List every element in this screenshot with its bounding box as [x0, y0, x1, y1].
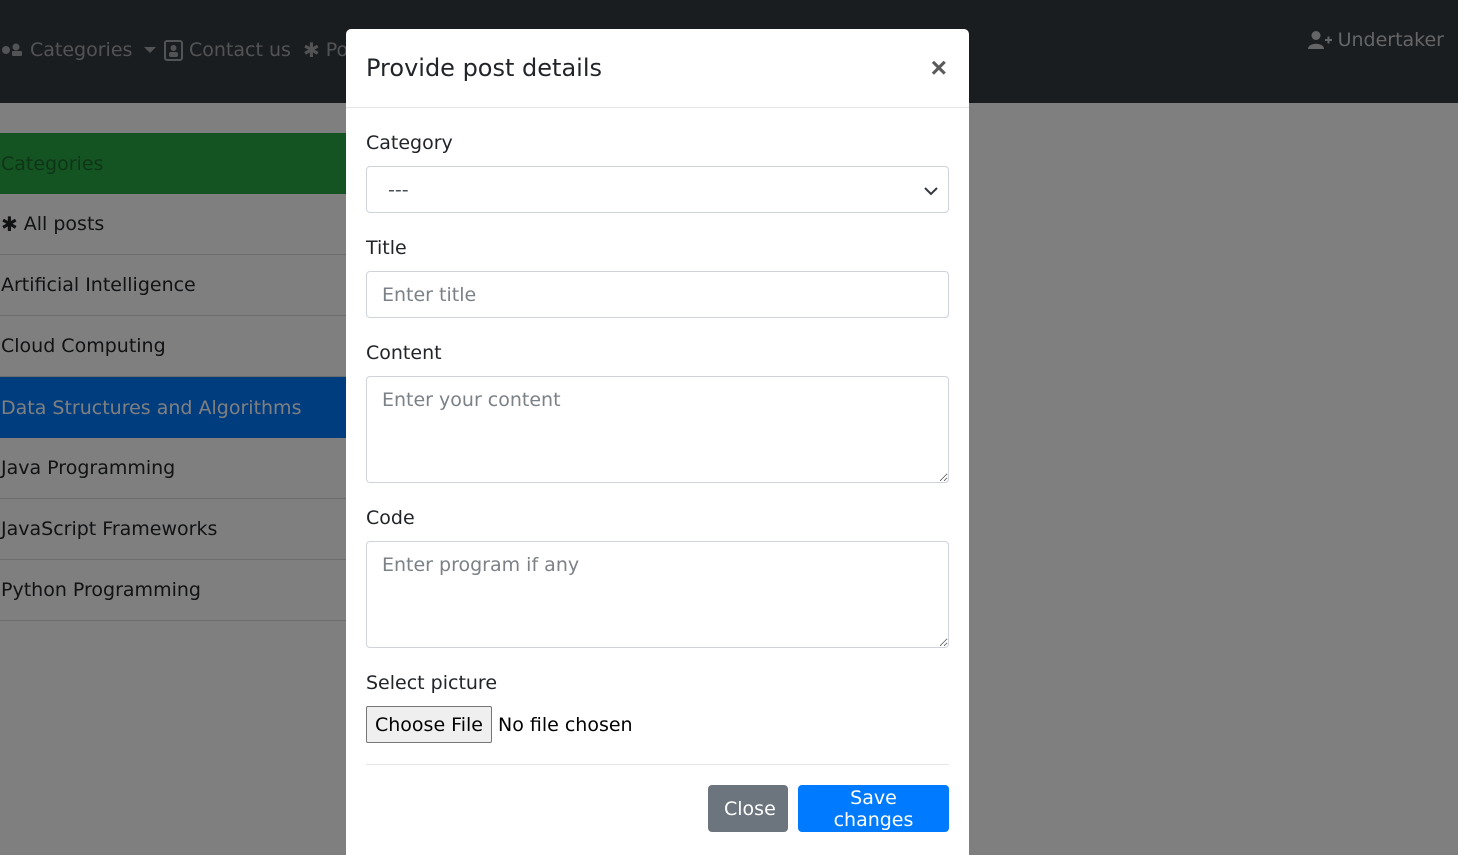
category-select[interactable]: ---: [366, 166, 949, 213]
modal-header: Provide post details ×: [346, 29, 969, 108]
title-input[interactable]: [366, 271, 949, 318]
modal-body: Category --- Title Content Code Select p…: [346, 132, 969, 765]
content-textarea[interactable]: [366, 376, 949, 483]
modal-title: Provide post details: [366, 54, 602, 82]
modal-footer: Close Save changes: [346, 785, 969, 832]
category-selected-value: ---: [388, 178, 409, 201]
post-details-modal: Provide post details × Category --- Titl…: [346, 29, 969, 855]
file-status: No file chosen: [497, 713, 633, 736]
code-textarea[interactable]: [366, 541, 949, 648]
close-icon[interactable]: ×: [929, 54, 949, 82]
picture-label: Select picture: [366, 672, 498, 694]
category-label: Category: [366, 132, 453, 154]
close-button[interactable]: Close: [708, 785, 788, 832]
content-label: Content: [366, 342, 442, 364]
page: Categories Contact us ✱ Po Undertaker Ca…: [0, 0, 1458, 855]
footer-divider: [366, 764, 949, 765]
chevron-down-icon: [924, 179, 938, 201]
save-changes-button[interactable]: Save changes: [798, 785, 949, 832]
code-label: Code: [366, 507, 415, 529]
title-label: Title: [366, 237, 407, 259]
file-picker: Choose File No file chosen: [366, 706, 949, 743]
choose-file-button[interactable]: Choose File: [366, 706, 492, 743]
